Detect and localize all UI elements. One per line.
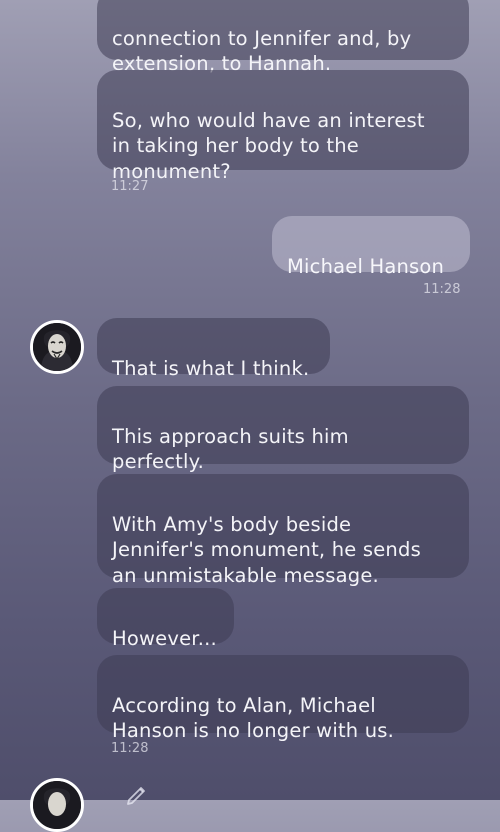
message-text: According to Alan, Michael Hanson is no … [112,693,395,743]
incoming-message-bubble[interactable]: This approach suits him perfectly. [97,386,469,473]
incoming-message-bubble[interactable]: With Amy's body beside Jennifer's monume… [97,474,469,587]
message-text: However... [112,626,217,650]
message-text: Michael Hanson [287,254,445,278]
incoming-message-bubble[interactable]: That is what I think. [97,318,330,380]
message-timestamp: 11:28 [111,741,149,756]
message-text: That is what I think. [112,356,310,380]
anonymous-mask-icon [33,323,81,371]
message-text: So, who would have an interest in taking… [112,108,425,183]
contact-avatar[interactable] [30,778,84,832]
pencil-icon [127,787,145,805]
anonymous-mask-icon [33,781,81,829]
message-timestamp: 11:27 [111,179,149,194]
message-text: This approach suits him perfectly. [112,424,349,474]
message-timestamp: 11:28 [423,282,461,297]
incoming-message-bubble[interactable]: However... [97,588,234,650]
outgoing-message-bubble[interactable]: Michael Hanson [272,216,470,278]
incoming-message-bubble[interactable]: According to Alan, Michael Hanson is no … [97,655,469,742]
incoming-message-bubble[interactable]: connection to Jennifer and, by extension… [97,0,469,75]
message-text: connection to Jennifer and, by extension… [112,26,412,76]
message-text: With Amy's body beside Jennifer's monume… [112,512,421,587]
incoming-message-bubble[interactable]: So, who would have an interest in taking… [97,70,469,183]
contact-avatar[interactable] [30,320,84,374]
